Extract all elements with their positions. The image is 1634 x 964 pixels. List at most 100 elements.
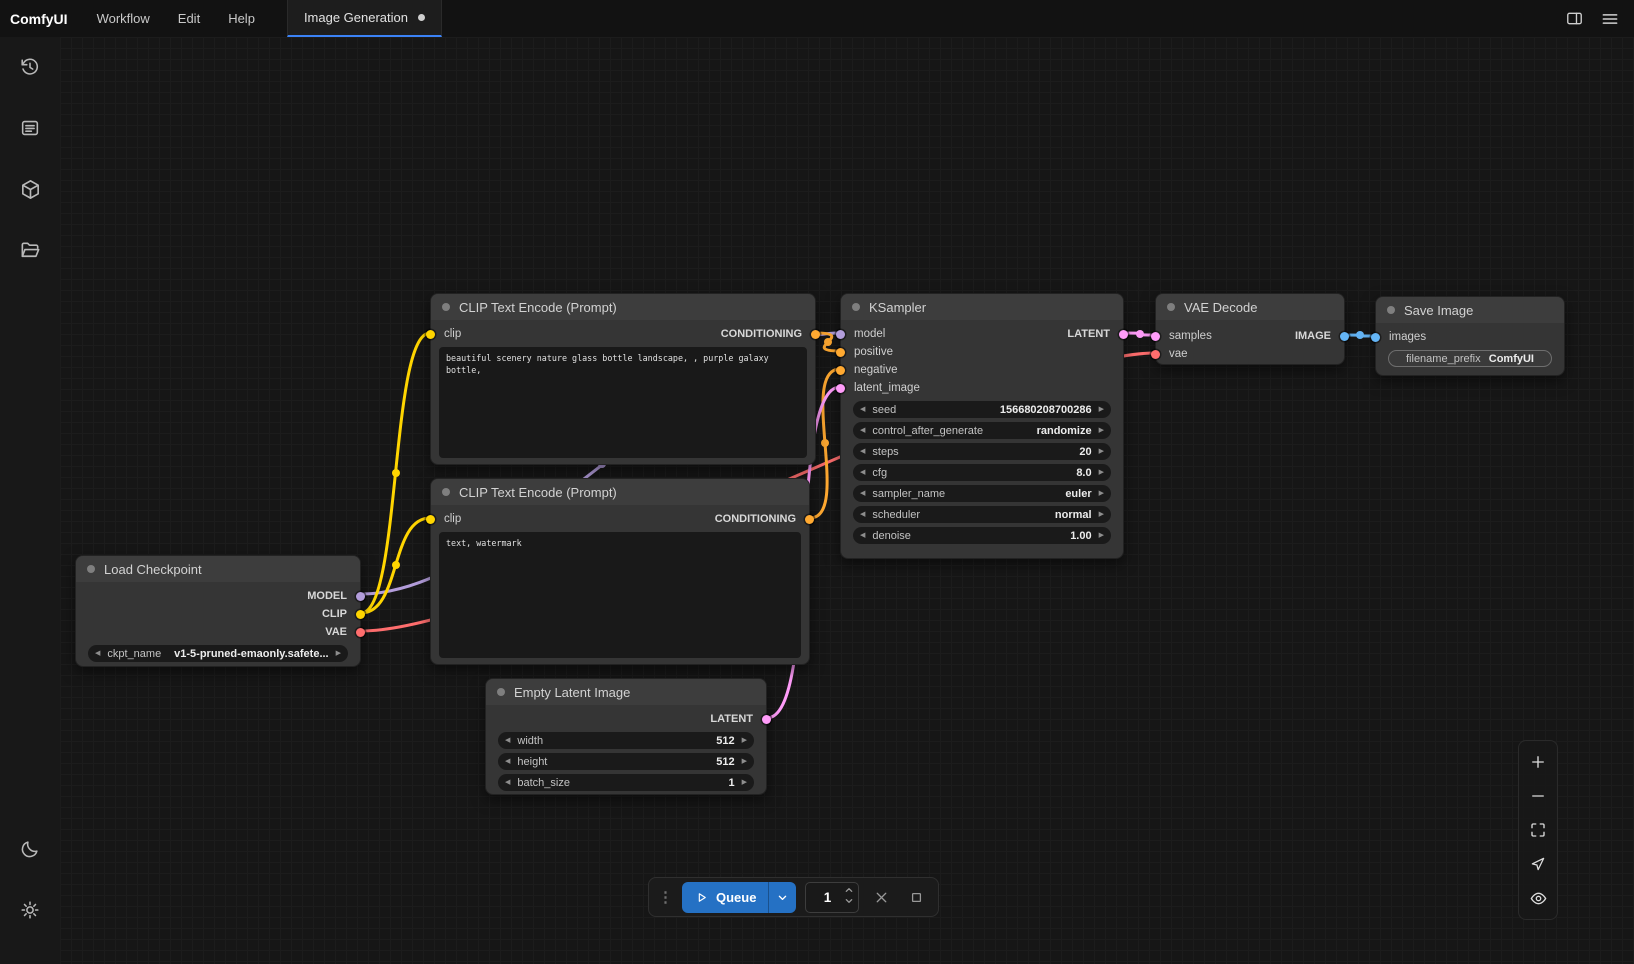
- node-title-bar[interactable]: Load Checkpoint: [76, 556, 360, 582]
- decrement-arrow-icon[interactable]: ◀: [95, 650, 100, 657]
- node-title-bar[interactable]: KSampler: [841, 294, 1123, 320]
- node-title-bar[interactable]: CLIP Text Encode (Prompt): [431, 479, 809, 505]
- workflow-history-icon[interactable]: [10, 47, 50, 87]
- decrement-arrow-icon[interactable]: ◀: [860, 490, 865, 497]
- node-vae-decode[interactable]: VAE Decode samples IMAGE vae: [1155, 293, 1345, 365]
- menu-edit[interactable]: Edit: [164, 0, 214, 37]
- node-title-bar[interactable]: Empty Latent Image: [486, 679, 766, 705]
- widget-steps[interactable]: ◀ steps 20 ▶: [853, 443, 1111, 460]
- output-port-model[interactable]: [356, 592, 365, 601]
- output-port-vae[interactable]: [356, 628, 365, 637]
- link-midpoint-dot[interactable]: [392, 469, 400, 477]
- node-clip-text-encode-negative[interactable]: CLIP Text Encode (Prompt) clip CONDITION…: [430, 478, 810, 665]
- decrement-arrow-icon[interactable]: ◀: [505, 758, 510, 765]
- node-collapse-dot[interactable]: [497, 688, 505, 696]
- fit-view-button[interactable]: [1521, 813, 1555, 847]
- increment-arrow-icon[interactable]: ▶: [336, 650, 341, 657]
- increment-arrow-icon[interactable]: ▶: [1099, 448, 1104, 455]
- queue-options-chevron[interactable]: [768, 882, 796, 913]
- stepper-arrows[interactable]: [844, 886, 854, 905]
- node-title-bar[interactable]: VAE Decode: [1156, 294, 1344, 320]
- widget-batch-size[interactable]: ◀ batch_size 1 ▶: [498, 774, 754, 791]
- node-collapse-dot[interactable]: [442, 303, 450, 311]
- node-canvas[interactable]: Load Checkpoint MODEL CLIP VAE ◀ ckpt_na…: [60, 37, 1634, 964]
- menu-workflow[interactable]: Workflow: [83, 0, 164, 37]
- zoom-out-button[interactable]: [1521, 779, 1555, 813]
- prompt-text-area[interactable]: beautiful scenery nature glass bottle la…: [439, 347, 807, 458]
- increment-arrow-icon[interactable]: ▶: [1099, 511, 1104, 518]
- input-port-clip[interactable]: [426, 515, 435, 524]
- decrement-arrow-icon[interactable]: ◀: [860, 532, 865, 539]
- drag-handle-icon[interactable]: ⋮: [658, 888, 673, 906]
- queue-button[interactable]: Queue: [682, 882, 768, 913]
- increment-arrow-icon[interactable]: ▶: [1099, 469, 1104, 476]
- output-port-conditioning[interactable]: [811, 330, 820, 339]
- widget-sampler-name[interactable]: ◀ sampler_name euler ▶: [853, 485, 1111, 502]
- link-midpoint-dot[interactable]: [1356, 331, 1364, 339]
- input-port-vae[interactable]: [1151, 350, 1160, 359]
- increment-arrow-icon[interactable]: ▶: [1099, 532, 1104, 539]
- model-library-icon[interactable]: [10, 169, 50, 209]
- node-collapse-dot[interactable]: [852, 303, 860, 311]
- node-collapse-dot[interactable]: [442, 488, 450, 496]
- link-midpoint-dot[interactable]: [821, 439, 829, 447]
- link-midpoint-dot[interactable]: [392, 561, 400, 569]
- node-collapse-dot[interactable]: [1387, 306, 1395, 314]
- increment-arrow-icon[interactable]: ▶: [1099, 427, 1104, 434]
- decrement-arrow-icon[interactable]: ◀: [860, 469, 865, 476]
- node-title-bar[interactable]: CLIP Text Encode (Prompt): [431, 294, 815, 320]
- increment-arrow-icon[interactable]: ▶: [742, 779, 747, 786]
- panel-toggle-icon[interactable]: [1558, 4, 1590, 34]
- widget-control-after-generate[interactable]: ◀ control_after_generate randomize ▶: [853, 422, 1111, 439]
- widget-height[interactable]: ◀ height 512 ▶: [498, 753, 754, 770]
- widget-seed[interactable]: ◀ seed 156680208700286 ▶: [853, 401, 1111, 418]
- node-load-checkpoint[interactable]: Load Checkpoint MODEL CLIP VAE ◀ ckpt_na…: [75, 555, 361, 667]
- workflows-folder-icon[interactable]: [10, 230, 50, 270]
- output-port-latent[interactable]: [762, 715, 771, 724]
- input-port-clip[interactable]: [426, 330, 435, 339]
- input-port-latent-image[interactable]: [836, 384, 845, 393]
- increment-arrow-icon[interactable]: ▶: [742, 758, 747, 765]
- output-port-latent[interactable]: [1119, 330, 1128, 339]
- menu-help[interactable]: Help: [214, 0, 269, 37]
- increment-arrow-icon[interactable]: ▶: [1099, 490, 1104, 497]
- prompt-text-area[interactable]: text, watermark: [439, 532, 801, 658]
- widget-filename-prefix[interactable]: filename_prefix ComfyUI: [1388, 350, 1552, 367]
- queue-icon[interactable]: [10, 108, 50, 148]
- decrement-arrow-icon[interactable]: ◀: [860, 406, 865, 413]
- widget-width[interactable]: ◀ width 512 ▶: [498, 732, 754, 749]
- stop-button[interactable]: [903, 884, 929, 910]
- zoom-in-button[interactable]: [1521, 745, 1555, 779]
- decrement-arrow-icon[interactable]: ◀: [505, 737, 510, 744]
- increment-arrow-icon[interactable]: ▶: [1099, 406, 1104, 413]
- stepper-up-icon[interactable]: [844, 886, 854, 894]
- hamburger-menu-icon[interactable]: [1594, 4, 1626, 34]
- input-port-samples[interactable]: [1151, 332, 1160, 341]
- input-port-negative[interactable]: [836, 366, 845, 375]
- decrement-arrow-icon[interactable]: ◀: [860, 511, 865, 518]
- output-port-image[interactable]: [1340, 332, 1349, 341]
- theme-toggle-moon-icon[interactable]: [10, 829, 50, 869]
- output-port-clip[interactable]: [356, 610, 365, 619]
- widget-cfg[interactable]: ◀ cfg 8.0 ▶: [853, 464, 1111, 481]
- output-port-conditioning[interactable]: [805, 515, 814, 524]
- link-midpoint-dot[interactable]: [824, 338, 832, 346]
- decrement-arrow-icon[interactable]: ◀: [860, 427, 865, 434]
- batch-count-stepper[interactable]: 1: [805, 882, 859, 913]
- decrement-arrow-icon[interactable]: ◀: [860, 448, 865, 455]
- input-port-images[interactable]: [1371, 333, 1380, 342]
- node-clip-text-encode-positive[interactable]: CLIP Text Encode (Prompt) clip CONDITION…: [430, 293, 816, 465]
- input-port-positive[interactable]: [836, 348, 845, 357]
- widget-scheduler[interactable]: ◀ scheduler normal ▶: [853, 506, 1111, 523]
- node-ksampler[interactable]: KSampler model LATENT positive negative …: [840, 293, 1124, 559]
- settings-gear-icon[interactable]: [10, 890, 50, 930]
- increment-arrow-icon[interactable]: ▶: [742, 737, 747, 744]
- link-midpoint-dot[interactable]: [1136, 330, 1144, 338]
- widget-denoise[interactable]: ◀ denoise 1.00 ▶: [853, 527, 1111, 544]
- widget-ckpt-name[interactable]: ◀ ckpt_name v1-5-pruned-emaonly.safete..…: [88, 645, 348, 662]
- node-empty-latent-image[interactable]: Empty Latent Image LATENT ◀ width 512 ▶ …: [485, 678, 767, 795]
- cancel-run-button[interactable]: [868, 884, 894, 910]
- node-collapse-dot[interactable]: [87, 565, 95, 573]
- node-save-image[interactable]: Save Image images filename_prefix ComfyU…: [1375, 296, 1565, 376]
- decrement-arrow-icon[interactable]: ◀: [505, 779, 510, 786]
